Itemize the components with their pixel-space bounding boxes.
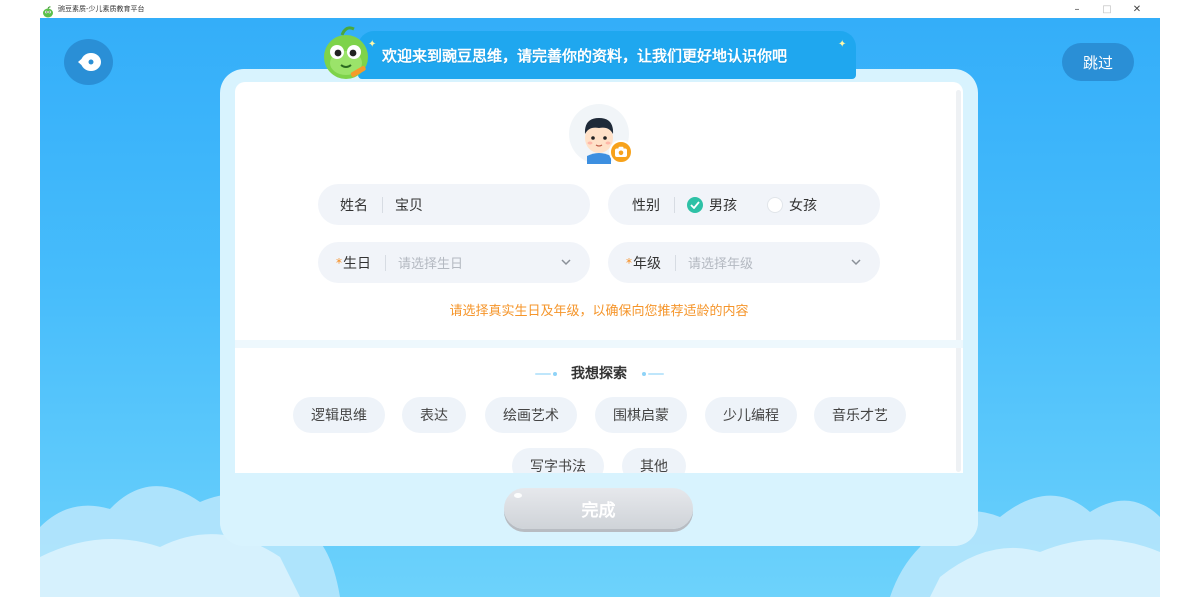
interest-chip[interactable]: 表达	[402, 397, 466, 433]
field-divider	[385, 254, 386, 271]
banner-text: 欢迎来到豌豆思维，请完善你的资料，让我们更好地认识你吧	[382, 46, 788, 65]
name-label: 姓名	[340, 197, 368, 214]
gender-option-boy[interactable]: 男孩	[687, 195, 737, 215]
interest-chip[interactable]: 绘画艺术	[485, 397, 577, 433]
required-mark: *	[626, 255, 632, 270]
change-avatar-button[interactable]	[609, 140, 633, 164]
birthday-select[interactable]: * 生日 请选择生日	[318, 242, 590, 283]
done-label: 完成	[581, 501, 616, 521]
grade-label: 年级	[633, 255, 661, 272]
scrollbar[interactable]	[956, 90, 961, 472]
app-content: 跳过 欢迎来到豌豆思维，请完善你的资料，让我们更好地认识你吧 ✦ ✦ 姓名 宝贝…	[40, 18, 1160, 597]
profile-form: 姓名 宝贝 性别 男孩 女孩 * 生日 请选择生日 * 年级 请选择年级 请选择…	[235, 82, 963, 475]
camera-icon	[615, 146, 627, 157]
section-divider	[235, 340, 963, 348]
window-title: 豌豆素质-少儿素质教育平台	[58, 5, 145, 13]
chevron-down-icon	[561, 259, 571, 266]
chevron-down-icon	[851, 259, 861, 266]
gender-option-label: 男孩	[709, 197, 737, 214]
app-window: 豌豆素质-少儿素质教育平台 – □ ✕ 跳过 欢迎来到豌豆思维，请完善你的资料，…	[40, 0, 1160, 597]
grade-select[interactable]: * 年级 请选择年级	[608, 242, 880, 283]
required-mark: *	[336, 255, 342, 270]
back-arrow-icon	[77, 53, 101, 71]
close-button[interactable]: ✕	[1122, 0, 1152, 18]
interest-chip[interactable]: 围棋启蒙	[595, 397, 687, 433]
done-button[interactable]: 完成	[504, 488, 693, 529]
welcome-banner: 欢迎来到豌豆思维，请完善你的资料，让我们更好地认识你吧 ✦ ✦	[320, 26, 860, 83]
interest-chip[interactable]: 其他	[622, 448, 686, 475]
title-decoration-icon	[642, 372, 664, 376]
field-divider	[674, 196, 675, 213]
name-field[interactable]: 姓名 宝贝	[318, 184, 590, 225]
interest-chip[interactable]: 少儿编程	[705, 397, 797, 433]
field-divider	[382, 196, 383, 213]
birthday-placeholder: 请选择生日	[398, 257, 464, 272]
button-shine	[514, 493, 522, 498]
explore-title: 我想探索	[571, 366, 627, 382]
pea-mascot-icon	[324, 26, 368, 79]
gender-label: 性别	[632, 197, 660, 214]
title-bar: 豌豆素质-少儿素质教育平台 – □ ✕	[40, 0, 1160, 18]
sparkle-icon: ✦	[838, 39, 847, 50]
maximize-button[interactable]: □	[1092, 0, 1122, 18]
pea-logo-icon	[42, 3, 54, 18]
name-value[interactable]: 宝贝	[395, 195, 423, 215]
skip-button[interactable]: 跳过	[1062, 43, 1134, 81]
banner-ribbon: 欢迎来到豌豆思维，请完善你的资料，让我们更好地认识你吧	[358, 31, 856, 79]
interest-chip[interactable]: 音乐才艺	[814, 397, 906, 433]
back-button[interactable]	[64, 39, 113, 85]
gender-option-label: 女孩	[789, 197, 817, 214]
grade-placeholder: 请选择年级	[688, 257, 754, 272]
check-icon	[687, 196, 703, 213]
radio-unchecked-icon	[767, 196, 783, 213]
age-hint: 请选择真实生日及年级，以确保向您推荐适龄的内容	[449, 304, 749, 319]
birthday-label: 生日	[343, 255, 371, 272]
interest-chip[interactable]: 写字书法	[512, 448, 604, 475]
gender-option-girl[interactable]: 女孩	[767, 195, 817, 215]
field-divider	[675, 254, 676, 271]
gender-field: 性别 男孩 女孩	[608, 184, 880, 225]
interest-chip[interactable]: 逻辑思维	[293, 397, 385, 433]
minimize-button[interactable]: –	[1062, 0, 1092, 18]
